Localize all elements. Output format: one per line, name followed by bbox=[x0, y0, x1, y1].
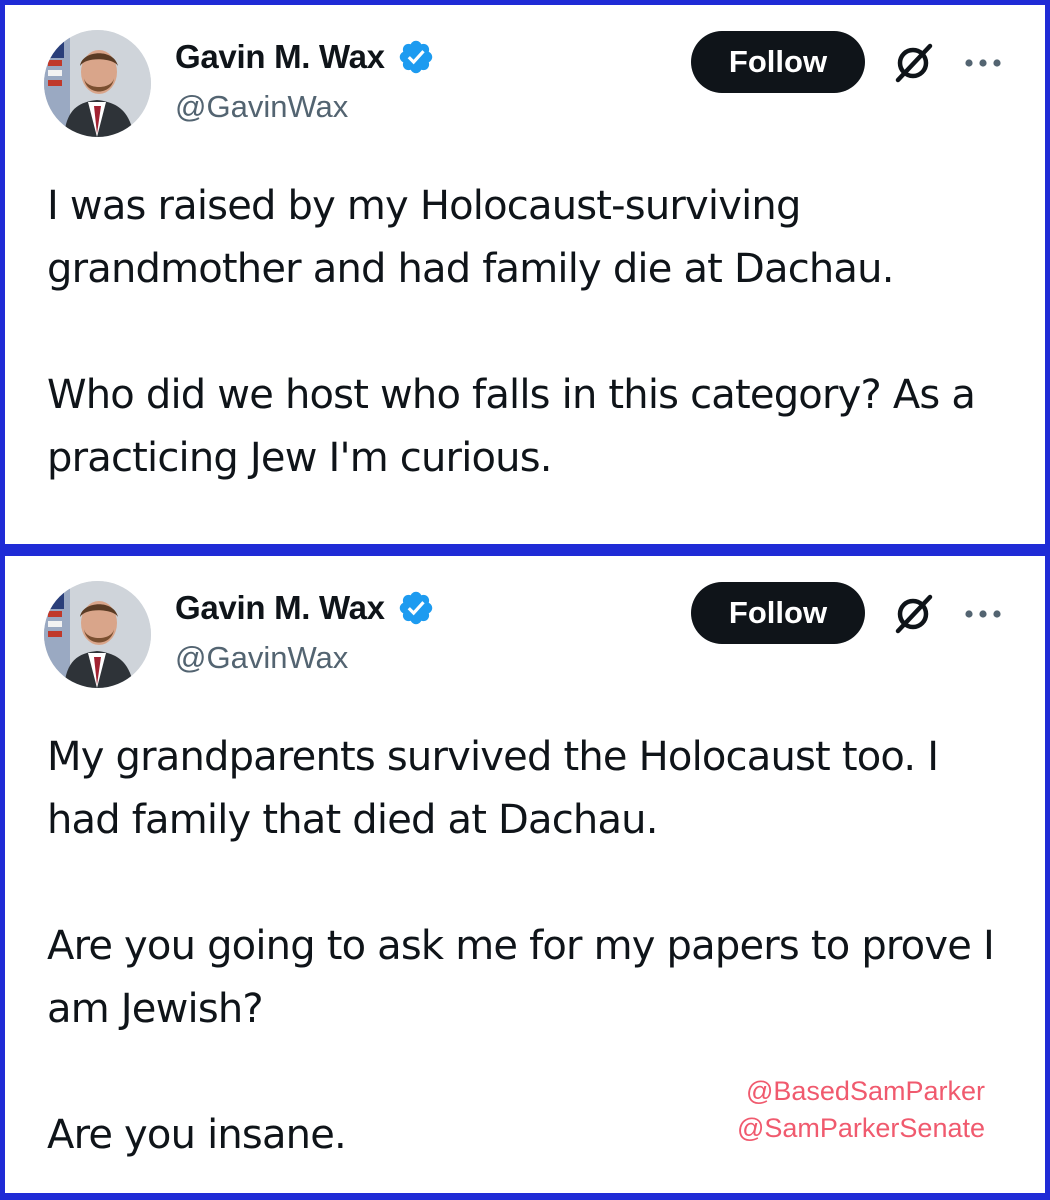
tweet-paragraph: I was raised by my Holocaust-surviving g… bbox=[47, 183, 894, 292]
verified-badge-icon[interactable] bbox=[397, 38, 435, 76]
tweet-text: I was raised by my Holocaust-surviving g… bbox=[47, 175, 1027, 490]
avatar[interactable] bbox=[44, 30, 151, 137]
grok-icon[interactable] bbox=[891, 592, 935, 636]
follow-button[interactable]: Follow bbox=[691, 582, 865, 644]
watermark-line: @BasedSamParker bbox=[745, 1076, 985, 1106]
grok-icon[interactable] bbox=[891, 41, 935, 85]
tweet-card-1: Gavin M. Wax @GavinWax Follow I was rais… bbox=[5, 5, 1045, 544]
more-options-icon[interactable] bbox=[963, 608, 1003, 620]
watermark-line: @SamParkerSenate bbox=[736, 1113, 985, 1143]
author-name[interactable]: Gavin M. Wax bbox=[175, 589, 385, 627]
tweet-paragraph: Are you going to ask me for my papers to… bbox=[47, 923, 995, 1032]
watermark: @BasedSamParker @SamParkerSenate bbox=[737, 1073, 985, 1147]
author-row: Gavin M. Wax bbox=[175, 38, 435, 76]
more-options-icon[interactable] bbox=[963, 57, 1003, 69]
follow-button[interactable]: Follow bbox=[691, 31, 865, 93]
author-row: Gavin M. Wax bbox=[175, 589, 435, 627]
avatar[interactable] bbox=[44, 581, 151, 688]
verified-badge-icon[interactable] bbox=[397, 589, 435, 627]
avatar-photo bbox=[44, 581, 151, 688]
author-name[interactable]: Gavin M. Wax bbox=[175, 38, 385, 76]
tweet-paragraph: Who did we host who falls in this catego… bbox=[47, 372, 976, 481]
tweet-paragraph: My grandparents survived the Holocaust t… bbox=[47, 734, 939, 843]
author-handle[interactable]: @GavinWax bbox=[175, 640, 348, 676]
tweet-card-2: Gavin M. Wax @GavinWax Follow My grandpa… bbox=[5, 556, 1045, 1193]
avatar-photo bbox=[44, 30, 151, 137]
author-handle[interactable]: @GavinWax bbox=[175, 89, 348, 125]
